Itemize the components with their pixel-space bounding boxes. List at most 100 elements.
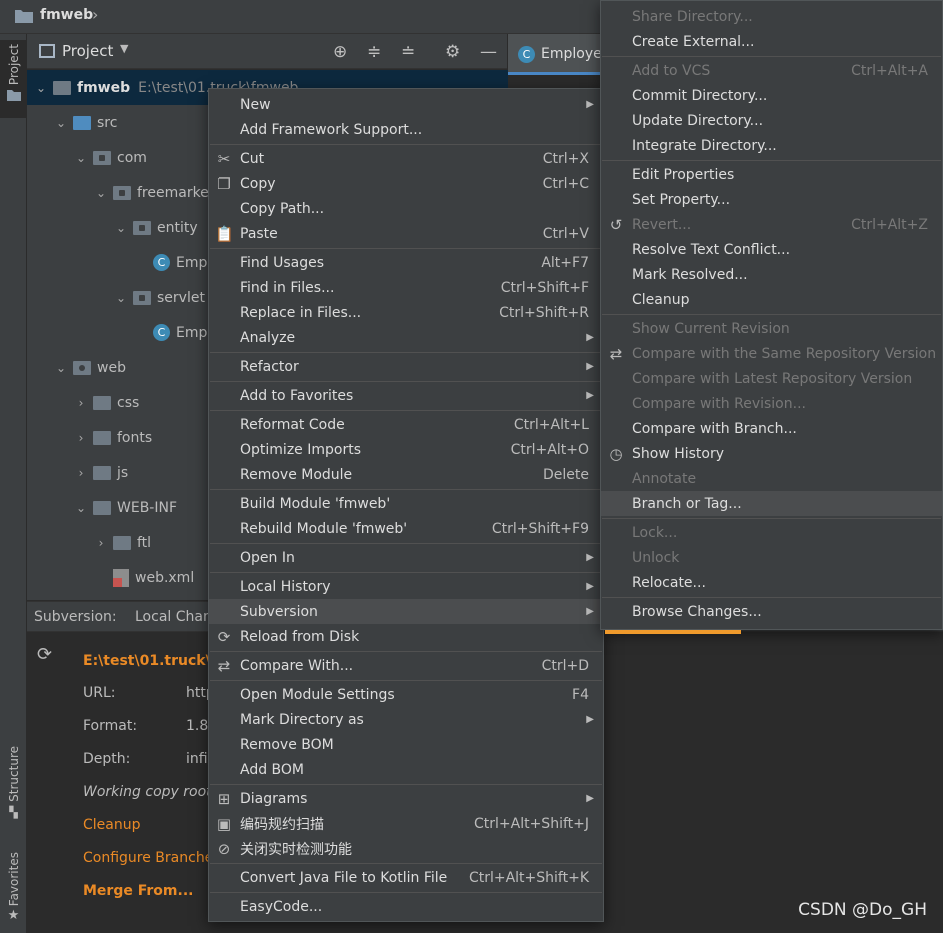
menu-item-paste[interactable]: 📋 Paste Ctrl+V <box>209 221 603 246</box>
menu-item-copy[interactable]: ❐ Copy Ctrl+C <box>209 171 603 196</box>
expand-all-icon[interactable]: ≑ <box>367 42 381 62</box>
menu-item-add-to-vcs[interactable]: Add to VCS Ctrl+Alt+A <box>601 58 942 83</box>
chevron-down-icon[interactable]: ⌄ <box>113 221 129 235</box>
menu-item-label: Commit Directory... <box>632 87 768 104</box>
menu-item-mark-resolved[interactable]: Mark Resolved... <box>601 262 942 287</box>
menu-item-optimize-imports[interactable]: Optimize Imports Ctrl+Alt+O <box>209 437 603 462</box>
menu-item-shortcut: Ctrl+Alt+L <box>513 416 589 433</box>
menu-item-new[interactable]: New ▶ <box>209 92 603 117</box>
tab-subversion[interactable]: Subversion: <box>34 609 117 625</box>
working-copy-path[interactable]: E:\test\01.truck\f <box>83 653 217 669</box>
chevron-down-icon[interactable]: ⌄ <box>33 81 49 95</box>
menu-item-edit-properties[interactable]: Edit Properties <box>601 162 942 187</box>
menu-item-subversion[interactable]: Subversion ▶ <box>209 599 603 624</box>
menu-item-analyze[interactable]: Analyze ▶ <box>209 325 603 350</box>
menu-item-revert[interactable]: ↺ Revert... Ctrl+Alt+Z <box>601 212 942 237</box>
menu-item-annotate[interactable]: Annotate <box>601 466 942 491</box>
menu-item-resolve-text-conflict[interactable]: Resolve Text Conflict... <box>601 237 942 262</box>
menu-item-create-external[interactable]: Create External... <box>601 29 942 54</box>
menu-item-cut[interactable]: ✂ Cut Ctrl+X <box>209 146 603 171</box>
menu-item-relocate[interactable]: Relocate... <box>601 570 942 595</box>
menu-item-browse-changes[interactable]: Browse Changes... <box>601 599 942 624</box>
menu-item-copy-path[interactable]: Copy Path... <box>209 196 603 221</box>
tab-local-changes[interactable]: Local Chan <box>135 609 212 625</box>
menu-item-compare-with-revision[interactable]: Compare with Revision... <box>601 391 942 416</box>
configure-branches-link[interactable]: Configure Branche <box>83 850 213 866</box>
chevron-down-icon[interactable]: ⌄ <box>113 291 129 305</box>
editor-tab[interactable]: C Employe <box>508 34 602 75</box>
minimize-icon[interactable]: — <box>480 42 497 62</box>
chevron-right-icon[interactable]: › <box>73 431 89 445</box>
project-window-icon <box>39 44 55 58</box>
menu-item-lock[interactable]: Lock... <box>601 520 942 545</box>
menu-item-label: Compare With... <box>240 657 354 674</box>
chevron-down-icon[interactable]: ⌄ <box>73 151 89 165</box>
menu-item-update-directory[interactable]: Update Directory... <box>601 108 942 133</box>
menu-item-cleanup[interactable]: Cleanup <box>601 287 942 312</box>
menu-item-label: Mark Directory as <box>240 711 364 728</box>
class-icon: C <box>153 254 170 271</box>
menu-item-item[interactable]: ▣ 编码规约扫描 Ctrl+Alt+Shift+J <box>209 811 603 836</box>
menu-item-remove-module[interactable]: Remove Module Delete <box>209 462 603 487</box>
compare-icon: ⇄ <box>217 656 231 675</box>
menu-item-rebuild-module-fmweb[interactable]: Rebuild Module 'fmweb' Ctrl+Shift+F9 <box>209 516 603 541</box>
chevron-right-icon[interactable]: › <box>93 536 109 550</box>
menu-item-easycode[interactable]: EasyCode... <box>209 894 603 919</box>
collapse-all-icon[interactable]: ≐ <box>401 42 415 62</box>
menu-item-remove-bom[interactable]: Remove BOM <box>209 732 603 757</box>
menu-item-set-property[interactable]: Set Property... <box>601 187 942 212</box>
submenu-arrow-icon: ▶ <box>586 793 594 804</box>
menu-item-add-framework-support[interactable]: Add Framework Support... <box>209 117 603 142</box>
merge-from-link[interactable]: Merge From... <box>83 883 193 899</box>
menu-item-unlock[interactable]: Unlock <box>601 545 942 570</box>
menu-item-build-module-fmweb[interactable]: Build Module 'fmweb' <box>209 491 603 516</box>
gear-icon[interactable]: ⚙ <box>445 42 460 62</box>
menu-item-reload-from-disk[interactable]: ⟳ Reload from Disk <box>209 624 603 649</box>
format-value: 1.8 <box>186 718 209 734</box>
chevron-down-icon[interactable]: ⌄ <box>93 186 109 200</box>
menu-item-replace-in-files[interactable]: Replace in Files... Ctrl+Shift+R <box>209 300 603 325</box>
menu-item-diagrams[interactable]: ⊞ Diagrams ▶ <box>209 786 603 811</box>
menu-item-compare-with-the-same-repository-version[interactable]: ⇄ Compare with the Same Repository Versio… <box>601 341 942 366</box>
project-view-title[interactable]: Project <box>62 42 113 60</box>
chevron-right-icon[interactable]: › <box>73 396 89 410</box>
menu-item-branch-or-tag[interactable]: Branch or Tag... <box>601 491 942 516</box>
chevron-down-icon[interactable]: ⌄ <box>73 501 89 515</box>
menu-item-mark-directory-as[interactable]: Mark Directory as ▶ <box>209 707 603 732</box>
menu-item-label: Compare with Latest Repository Version <box>632 370 913 387</box>
menu-item-share-directory[interactable]: Share Directory... <box>601 4 942 29</box>
cleanup-link[interactable]: Cleanup <box>83 817 141 833</box>
tool-tab-project[interactable]: Project <box>0 40 27 118</box>
menu-item-label: 编码规约扫描 <box>240 816 324 833</box>
locate-icon[interactable]: ⊕ <box>333 42 347 62</box>
submenu-arrow-icon: ▶ <box>586 332 594 343</box>
menu-item-compare-with-branch[interactable]: Compare with Branch... <box>601 416 942 441</box>
refresh-icon[interactable]: ⟳ <box>37 644 52 665</box>
menu-item-open-in[interactable]: Open In ▶ <box>209 545 603 570</box>
tool-tab-structure[interactable]: Structure ▚ <box>0 746 27 836</box>
menu-item-label: Local History <box>240 578 331 595</box>
chevron-right-icon[interactable]: › <box>73 466 89 480</box>
menu-item-label: Cut <box>240 150 265 167</box>
menu-item-add-bom[interactable]: Add BOM <box>209 757 603 782</box>
menu-item-show-current-revision[interactable]: Show Current Revision <box>601 316 942 341</box>
menu-item-find-usages[interactable]: Find Usages Alt+F7 <box>209 250 603 275</box>
tool-tab-favorites[interactable]: Favorites ★ <box>0 852 27 933</box>
menu-item-commit-directory[interactable]: Commit Directory... <box>601 83 942 108</box>
menu-item-show-history[interactable]: ◷ Show History <box>601 441 942 466</box>
nav-project-name[interactable]: fmweb <box>40 7 93 23</box>
menu-item-local-history[interactable]: Local History ▶ <box>209 574 603 599</box>
menu-item-integrate-directory[interactable]: Integrate Directory... <box>601 133 942 158</box>
menu-item-item[interactable]: ⊘ 关闭实时检测功能 <box>209 836 603 861</box>
chevron-down-icon[interactable]: ▼ <box>120 42 128 55</box>
chevron-down-icon[interactable]: ⌄ <box>53 116 69 130</box>
menu-item-reformat-code[interactable]: Reformat Code Ctrl+Alt+L <box>209 412 603 437</box>
menu-item-find-in-files[interactable]: Find in Files... Ctrl+Shift+F <box>209 275 603 300</box>
menu-item-open-module-settings[interactable]: Open Module Settings F4 <box>209 682 603 707</box>
menu-item-compare-with[interactable]: ⇄ Compare With... Ctrl+D <box>209 653 603 678</box>
menu-item-compare-with-latest-repository-version[interactable]: Compare with Latest Repository Version <box>601 366 942 391</box>
menu-item-convert-java-file-to-kotlin-file[interactable]: Convert Java File to Kotlin File Ctrl+Alt… <box>209 865 603 890</box>
menu-item-add-to-favorites[interactable]: Add to Favorites ▶ <box>209 383 603 408</box>
chevron-down-icon[interactable]: ⌄ <box>53 361 69 375</box>
menu-item-refactor[interactable]: Refactor ▶ <box>209 354 603 379</box>
